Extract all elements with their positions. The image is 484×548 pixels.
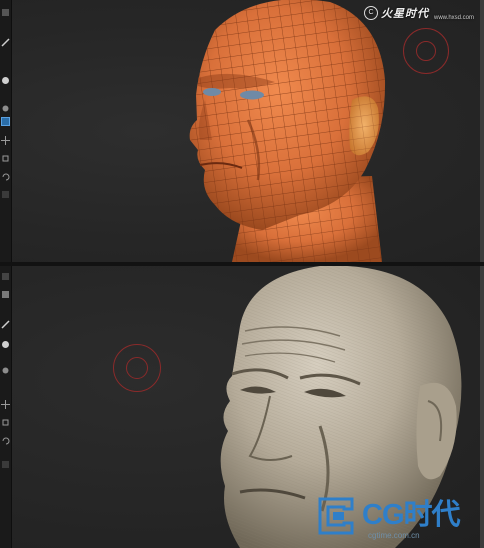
cgtime-logo-icon: [318, 497, 354, 535]
watermark-top-url: www.hxsd.com: [433, 15, 474, 21]
watermark-bottom-text: CG时代: [362, 499, 461, 531]
right-scroll-strip-bottom[interactable]: [480, 266, 484, 548]
watermark-top: C 火星时代 www.hxsd.com: [363, 5, 474, 21]
viewport-stage: C 火星时代 www.hxsd.com CG时代 cgtime.com.cn: [0, 0, 484, 548]
top-viewport[interactable]: C 火星时代 www.hxsd.com: [0, 0, 484, 262]
brush-cursor-bottom: [113, 344, 161, 392]
hxsd-logo-icon: C: [363, 6, 378, 20]
right-scroll-strip-top[interactable]: [480, 0, 484, 262]
brush-cursor-top: [403, 28, 449, 74]
watermark-bottom-url: cgtime.com.cn: [368, 531, 420, 540]
watermark-top-text: 火星时代: [380, 8, 429, 20]
